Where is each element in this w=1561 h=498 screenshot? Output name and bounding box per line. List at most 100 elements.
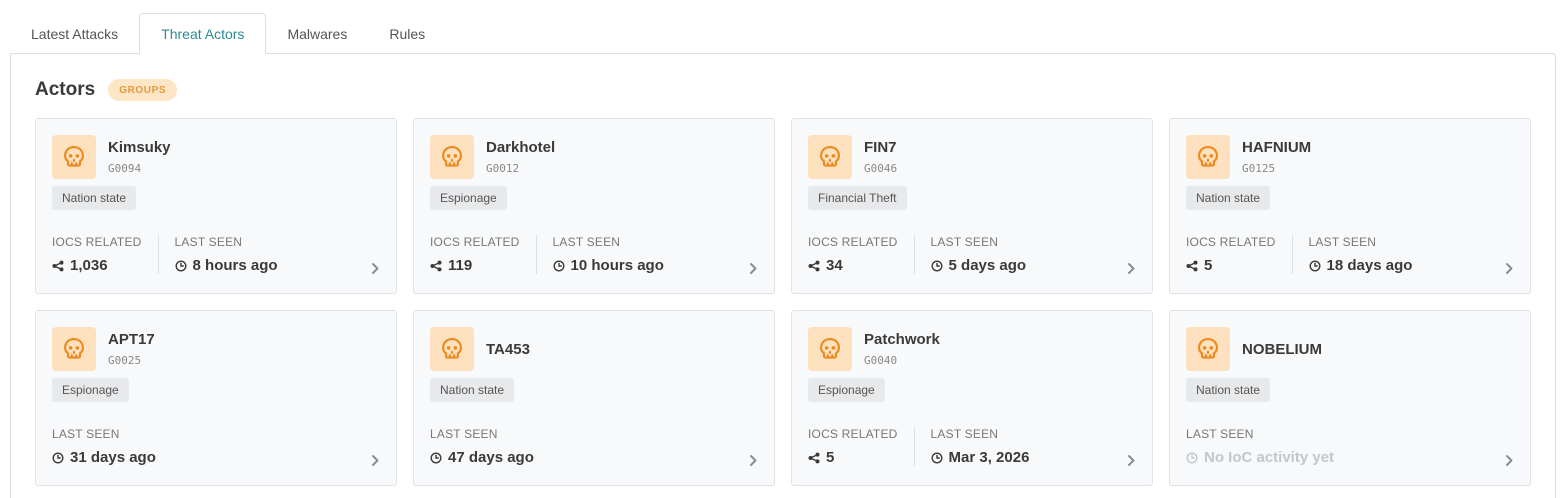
iocs-related-value: 34 <box>808 257 898 274</box>
actor-stats: LAST SEEN No IoC activity yet <box>1186 427 1350 466</box>
tab-bar: Latest Attacks Threat Actors Malwares Ru… <box>10 13 446 54</box>
clock-icon <box>430 451 448 464</box>
last-seen-value: 10 hours ago <box>553 257 664 274</box>
clock-icon <box>553 259 571 272</box>
actor-name: APT17 <box>108 331 155 348</box>
last-seen-stat: LAST SEEN 31 days ago <box>52 427 172 466</box>
iocs-count: 5 <box>826 449 835 466</box>
last-seen-stat: LAST SEEN 5 days ago <box>913 235 1043 274</box>
last-seen-label: LAST SEEN <box>430 427 498 441</box>
chevron-right-icon[interactable] <box>1127 454 1136 472</box>
actor-card-apt17[interactable]: APT17 G0025 Espionage LAST SEEN 31 days ago <box>35 310 397 486</box>
share-icon <box>52 260 70 272</box>
skull-icon <box>808 135 852 179</box>
clock-icon <box>52 451 70 464</box>
chevron-right-icon[interactable] <box>749 262 758 280</box>
last-seen-value: No IoC activity yet <box>1186 449 1334 466</box>
actor-name: NOBELIUM <box>1242 341 1322 358</box>
last-seen-value: 5 days ago <box>931 257 1027 274</box>
skull-icon <box>52 327 96 371</box>
iocs-related-label: IOCS RELATED <box>52 235 142 249</box>
actor-name: Patchwork <box>864 331 940 348</box>
actor-name: TA453 <box>486 341 530 358</box>
chevron-right-icon[interactable] <box>1505 454 1514 472</box>
tab-latest-attacks[interactable]: Latest Attacks <box>10 13 139 54</box>
actor-card-hafnium[interactable]: HAFNIUM G0125 Nation state IOCS RELATED 5 LAS… <box>1169 118 1531 294</box>
iocs-related-stat: IOCS RELATED 5 <box>808 427 914 466</box>
actor-stats: IOCS RELATED 119 LAST SEEN 10 hours ago <box>430 235 680 274</box>
last-seen-text: 10 hours ago <box>570 257 664 274</box>
tab-rules[interactable]: Rules <box>368 13 446 54</box>
last-seen-label: LAST SEEN <box>552 235 621 249</box>
tab-malwares[interactable]: Malwares <box>266 13 368 54</box>
skull-icon <box>808 327 852 371</box>
share-icon <box>808 452 826 464</box>
actor-tag: Espionage <box>430 186 507 210</box>
actor-stats: LAST SEEN 31 days ago <box>52 427 172 466</box>
actor-card-kimsuky[interactable]: Kimsuky G0094 Nation state IOCS RELATED 1,03… <box>35 118 397 294</box>
actor-name: Kimsuky <box>108 139 171 156</box>
last-seen-stat: LAST SEEN Mar 3, 2026 <box>913 427 1046 466</box>
actor-stats: IOCS RELATED 5 LAST SEEN 18 days ago <box>1186 235 1428 274</box>
groups-badge: GROUPS <box>108 79 178 101</box>
share-icon <box>430 260 448 272</box>
actor-tag: Espionage <box>52 378 129 402</box>
actor-card-nobelium[interactable]: NOBELIUM Nation state LAST SEEN No IoC acti… <box>1169 310 1531 486</box>
skull-icon <box>52 135 96 179</box>
last-seen-value: 18 days ago <box>1309 257 1413 274</box>
iocs-related-stat: IOCS RELATED 1,036 <box>52 235 158 274</box>
clock-icon <box>1186 451 1204 464</box>
last-seen-text: 18 days ago <box>1326 257 1413 274</box>
iocs-related-stat: IOCS RELATED 119 <box>430 235 536 274</box>
actor-card-patchwork[interactable]: Patchwork G0040 Espionage IOCS RELATED 5 LAST… <box>791 310 1153 486</box>
last-seen-stat: LAST SEEN 47 days ago <box>430 427 550 466</box>
last-seen-text: 5 days ago <box>948 257 1027 274</box>
last-seen-label: LAST SEEN <box>930 235 999 249</box>
actor-stats: IOCS RELATED 1,036 LAST SEEN 8 hours ago <box>52 235 294 274</box>
actor-tag: Nation state <box>1186 378 1271 402</box>
actor-card-darkhotel[interactable]: Darkhotel G0012 Espionage IOCS RELATED 119 LA… <box>413 118 775 294</box>
clock-icon <box>931 259 949 272</box>
chevron-right-icon[interactable] <box>1505 262 1514 280</box>
share-icon <box>1186 260 1204 272</box>
actor-group-id: G0046 <box>864 162 898 175</box>
last-seen-label: LAST SEEN <box>1186 427 1254 441</box>
actor-tag: Nation state <box>52 186 137 210</box>
actor-stats: IOCS RELATED 34 LAST SEEN 5 days ago <box>808 235 1042 274</box>
actor-group-id: G0094 <box>108 162 142 175</box>
last-seen-value: 47 days ago <box>430 449 534 466</box>
actor-stats: IOCS RELATED 5 LAST SEEN Mar 3, 2026 <box>808 427 1045 466</box>
last-seen-text: Mar 3, 2026 <box>948 449 1030 466</box>
chevron-right-icon[interactable] <box>371 454 380 472</box>
last-seen-value: 31 days ago <box>52 449 156 466</box>
share-icon <box>808 260 826 272</box>
chevron-right-icon[interactable] <box>749 454 758 472</box>
skull-icon <box>1186 327 1230 371</box>
tab-threat-actors[interactable]: Threat Actors <box>139 13 267 54</box>
iocs-count: 5 <box>1204 257 1213 274</box>
last-seen-value: Mar 3, 2026 <box>931 449 1030 466</box>
clock-icon <box>931 451 949 464</box>
actor-group-id: G0012 <box>486 162 520 175</box>
actor-tag: Nation state <box>1186 186 1271 210</box>
actor-group-id: G0125 <box>1242 162 1276 175</box>
actor-card-ta453[interactable]: TA453 Nation state LAST SEEN 47 days ago <box>413 310 775 486</box>
actors-panel: Actors GROUPS Kimsuky G0094 Nation state IO… <box>10 53 1556 498</box>
clock-icon <box>1309 259 1327 272</box>
iocs-count: 34 <box>826 257 843 274</box>
last-seen-stat: LAST SEEN 18 days ago <box>1291 235 1429 274</box>
actor-tag: Espionage <box>808 378 885 402</box>
iocs-related-value: 119 <box>430 257 520 274</box>
iocs-related-value: 1,036 <box>52 257 142 274</box>
last-seen-stat: LAST SEEN No IoC activity yet <box>1186 427 1350 466</box>
actor-name: HAFNIUM <box>1242 139 1312 156</box>
actor-card-fin7[interactable]: FIN7 G0046 Financial Theft IOCS RELATED 34 LA… <box>791 118 1153 294</box>
last-seen-label: LAST SEEN <box>930 427 999 441</box>
chevron-right-icon[interactable] <box>1127 262 1136 280</box>
last-seen-label: LAST SEEN <box>1308 235 1377 249</box>
chevron-right-icon[interactable] <box>371 262 380 280</box>
iocs-count: 1,036 <box>70 257 108 274</box>
last-seen-label: LAST SEEN <box>174 235 243 249</box>
actor-tag: Financial Theft <box>808 186 907 210</box>
last-seen-stat: LAST SEEN 8 hours ago <box>157 235 294 274</box>
